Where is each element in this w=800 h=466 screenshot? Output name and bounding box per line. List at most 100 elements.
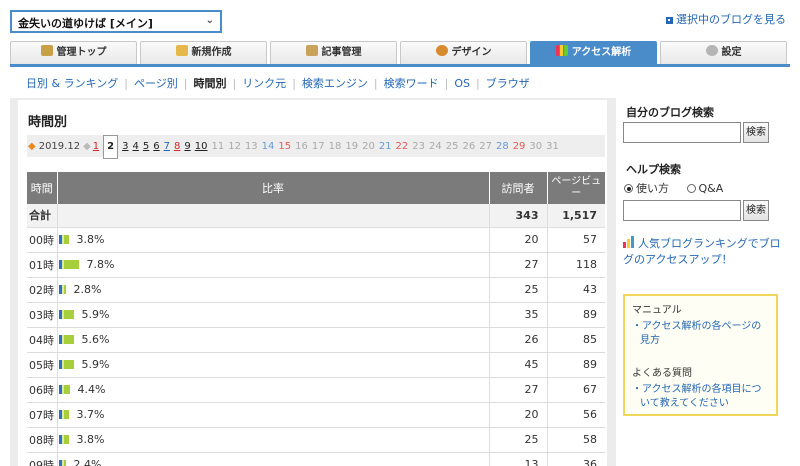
subnav-search-engine[interactable]: 検索エンジン: [302, 77, 368, 90]
tab-posts[interactable]: 記事管理: [270, 41, 397, 64]
row-visitors: 25: [489, 427, 548, 453]
day-link-24: 24: [429, 141, 442, 152]
row-ratio-cell: 5.6%: [57, 327, 490, 353]
faq-label: よくある質問: [632, 368, 692, 379]
tab-settings[interactable]: 設定: [660, 41, 787, 64]
day-link-8[interactable]: 8: [174, 136, 180, 158]
next-month-arrow-icon[interactable]: ◆: [83, 141, 91, 152]
table-header-row: 時間 比率 訪問者 ページビュー: [27, 172, 605, 204]
help-search-input[interactable]: [623, 200, 741, 221]
row-hour: 05時: [27, 352, 58, 378]
day-link-4[interactable]: 4: [132, 136, 138, 158]
subnav-referrer[interactable]: リンク元: [242, 77, 286, 90]
hourly-table: 時間 比率 訪問者 ページビュー 合計 343 1,517 00時 3.8% 20 5…: [27, 172, 605, 466]
day-link-16: 16: [295, 141, 308, 152]
manual-link[interactable]: アクセス解析の各ページの見方: [632, 320, 769, 348]
main-content: 時間別 ◆ 2019.12 ◆ 1 2 3 4 5 6 7 8 9 10 11 12 13 14 15 16 17 18…: [18, 100, 607, 466]
subnav: 日別 & ランキング | ページ別 | 時間別 | リンク元 | 検索エンジン | 検索ワード | OS…: [26, 77, 530, 90]
row-hour: 01時: [27, 252, 58, 278]
row-hour: 04時: [27, 327, 58, 353]
blog-select-value: 金失いの道ゆけば [メイン]: [18, 17, 153, 30]
blog-search-input[interactable]: [623, 122, 741, 143]
total-bar-cell: [57, 204, 490, 228]
day-link-21: 21: [378, 141, 392, 152]
row-percent: 3.8%: [76, 433, 105, 446]
row-hour: 09時: [27, 452, 58, 466]
blog-search-button[interactable]: 検索: [743, 122, 769, 143]
radio-usage-label: 使い方: [636, 182, 669, 195]
blog-select-dropdown[interactable]: 金失いの道ゆけば [メイン] ⌄: [10, 10, 222, 33]
tab-access-analysis[interactable]: アクセス解析: [530, 41, 657, 64]
total-pageviews: 1,517: [547, 204, 605, 228]
day-link-1[interactable]: 1: [93, 136, 99, 158]
col-visitors-header: 訪問者: [489, 172, 548, 204]
view-blog-label: 選択中のブログを見る: [676, 13, 786, 26]
col-ratio-header: 比率: [57, 172, 490, 204]
subnav-search-word[interactable]: 検索ワード: [384, 77, 439, 90]
table-row: 06時 4.4% 27 67: [27, 377, 605, 403]
prev-month-arrow-icon[interactable]: ◆: [28, 141, 36, 152]
blog-search-title: 自分のブログ検索: [626, 106, 714, 119]
tab-design[interactable]: デザイン: [400, 41, 527, 64]
subnav-browser[interactable]: ブラウザ: [486, 77, 530, 90]
view-blog-link[interactable]: 選択中のブログを見る: [666, 11, 786, 27]
day-link-9[interactable]: 9: [184, 136, 190, 158]
table-row: 03時 5.9% 35 89: [27, 302, 605, 328]
subnav-daily-ranking[interactable]: 日別 & ランキング: [26, 77, 118, 90]
tab-label: 設定: [721, 47, 742, 58]
row-percent: 5.6%: [81, 333, 110, 346]
row-percent: 7.8%: [86, 258, 115, 271]
day-link-6[interactable]: 6: [153, 136, 159, 158]
day-link-5[interactable]: 5: [143, 136, 149, 158]
table-row: 07時 3.7% 20 56: [27, 402, 605, 428]
tab-label: アクセス解析: [571, 47, 632, 58]
pencil-icon: [175, 45, 188, 56]
day-links: 1 2 3 4 5 6 7 8 9 10 11 12 13 14 15 16 17 18 19 20 21 22 23 24 2…: [93, 135, 563, 159]
table-row: 09時 2.4% 13 36: [27, 452, 605, 466]
table-row: 02時 2.8% 25 43: [27, 277, 605, 303]
tab-dashboard[interactable]: 管理トップ: [10, 41, 137, 64]
subnav-os[interactable]: OS: [454, 77, 470, 90]
faq-link[interactable]: アクセス解析の各項目について教えてください: [632, 383, 769, 411]
main-tabs: 管理トップ 新規作成 記事管理 デザイン アクセス解析 設定: [10, 41, 790, 64]
day-link-26: 26: [462, 141, 476, 152]
row-percent: 2.8%: [73, 283, 102, 296]
row-pageviews: 89: [547, 302, 605, 328]
ratio-bar: [58, 260, 79, 269]
subnav-page[interactable]: ページ別: [134, 77, 178, 90]
row-visitors: 26: [489, 327, 548, 353]
day-link-23: 23: [412, 141, 426, 152]
tab-label: デザイン: [451, 47, 492, 58]
current-month: 2019.12: [38, 141, 81, 152]
radio-usage[interactable]: [624, 184, 633, 193]
ratio-bar: [58, 460, 66, 466]
tab-new-post[interactable]: 新規作成: [140, 41, 267, 64]
day-link-29: 29: [512, 141, 526, 152]
day-link-3[interactable]: 3: [122, 136, 128, 158]
row-pageviews: 118: [547, 252, 605, 278]
row-percent: 2.4%: [73, 458, 102, 466]
day-link-31: 31: [546, 141, 559, 152]
day-link-17: 17: [311, 141, 325, 152]
row-visitors: 20: [489, 402, 548, 428]
ranking-link[interactable]: 人気ブログランキングでブログのアクセスアップ！: [623, 236, 783, 268]
row-pageviews: 89: [547, 352, 605, 378]
help-search-button[interactable]: 検索: [743, 200, 769, 221]
row-ratio-cell: 3.8%: [57, 227, 490, 253]
tab-label: 新規作成: [191, 47, 232, 58]
table-row: 00時 3.8% 20 57: [27, 227, 605, 253]
row-ratio-cell: 3.7%: [57, 402, 490, 428]
table-row: 05時 5.9% 45 89: [27, 352, 605, 378]
day-link-7[interactable]: 7: [164, 136, 170, 158]
day-link-10[interactable]: 10: [195, 136, 208, 158]
ranking-chart-icon: [623, 236, 635, 248]
row-ratio-cell: 7.8%: [57, 252, 490, 278]
ratio-bar: [58, 285, 66, 294]
row-ratio-cell: 5.9%: [57, 352, 490, 378]
day-link-2[interactable]: 2: [103, 135, 119, 159]
day-link-22: 22: [395, 141, 409, 152]
row-percent: 3.7%: [76, 408, 105, 421]
row-pageviews: 36: [547, 452, 605, 466]
view-blog-icon: [666, 16, 673, 24]
radio-qa[interactable]: [686, 184, 696, 193]
